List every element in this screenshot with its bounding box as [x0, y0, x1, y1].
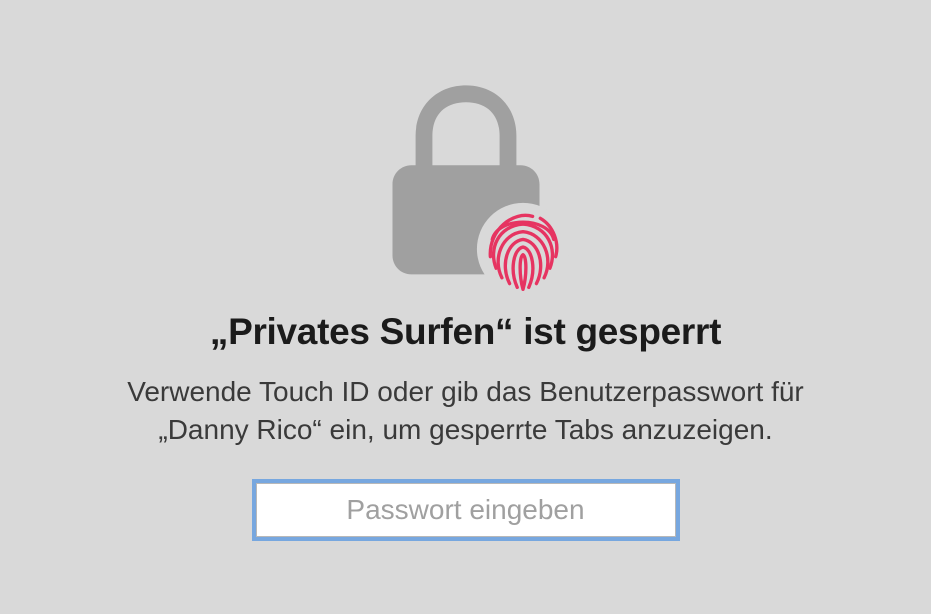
fingerprint-icon: [475, 201, 571, 297]
unlock-dialog: „Privates Surfen“ ist gesperrt Verwende …: [0, 77, 931, 537]
dialog-title: „Privates Surfen“ ist gesperrt: [210, 311, 721, 353]
lock-fingerprint-icon-group: [361, 77, 571, 287]
password-input[interactable]: [256, 483, 676, 537]
dialog-description: Verwende Touch ID oder gib das Benutzerp…: [86, 373, 846, 449]
